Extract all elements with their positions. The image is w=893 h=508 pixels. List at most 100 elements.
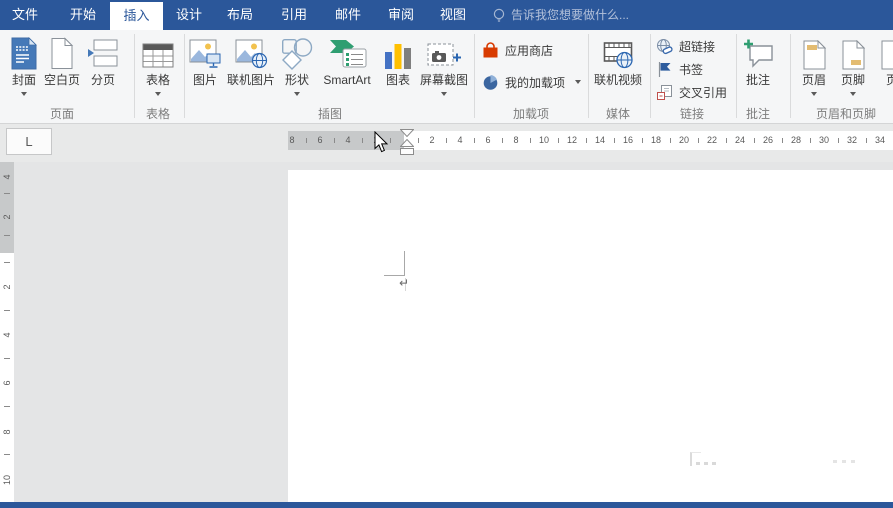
- group-label-addins: 加载项: [491, 105, 571, 122]
- group-separator: [184, 34, 185, 118]
- dropdown-arrow-icon: [21, 92, 27, 96]
- online-video-label: 联机视频: [594, 73, 642, 88]
- tab-mailings[interactable]: 邮件: [329, 0, 367, 30]
- store-icon: [482, 42, 499, 59]
- page-break-label: 分页: [91, 73, 115, 88]
- table-button[interactable]: 表格: [138, 33, 178, 96]
- first-line-indent-marker[interactable]: [400, 129, 414, 137]
- document-canvas: ↵ 4 2 2 4 6 8 10: [0, 162, 893, 508]
- my-addins-label: 我的加载项: [505, 74, 565, 91]
- store-label: 应用商店: [505, 42, 553, 59]
- paragraph-mark: ↵: [399, 276, 409, 290]
- ribbon: 封面 空白页 分页 页面: [0, 30, 893, 124]
- footer-icon: [842, 33, 865, 70]
- online-video-icon: [603, 33, 634, 70]
- margin-crop-mark: [404, 251, 405, 276]
- comment-button[interactable]: 批注: [736, 33, 780, 88]
- ruler-ticks: [418, 138, 880, 143]
- online-pictures-icon: [235, 33, 268, 70]
- blank-page-icon: [50, 33, 74, 70]
- smartart-button[interactable]: SmartArt: [317, 33, 377, 88]
- ruler-number: 4: [1, 170, 13, 184]
- faint-watermark: [696, 462, 720, 465]
- dropdown-arrow-icon: [575, 80, 581, 84]
- header-icon: [803, 33, 826, 70]
- group-separator: [650, 34, 651, 118]
- group-label-header-footer: 页眉和页脚: [791, 105, 893, 122]
- bookmark-button[interactable]: 书签: [656, 60, 703, 78]
- page-number-button[interactable]: 页: [872, 33, 893, 88]
- pictures-label: 图片: [193, 73, 217, 88]
- tab-design[interactable]: 设计: [170, 0, 208, 30]
- status-bar: [0, 502, 893, 508]
- header-button[interactable]: 页眉: [794, 33, 834, 96]
- online-pictures-button[interactable]: 联机图片: [225, 33, 277, 88]
- page-number-icon: [881, 33, 893, 70]
- ruler-area: L 8 6 4 2 2 4 6 8 10 12 14 16 18 20 22 2…: [0, 125, 893, 162]
- page-break-button[interactable]: 分页: [82, 33, 124, 88]
- tab-insert[interactable]: 插入: [110, 2, 163, 30]
- cross-reference-icon: [656, 84, 673, 101]
- comment-icon: [743, 33, 774, 70]
- tab-references[interactable]: 引用: [275, 0, 313, 30]
- tab-view[interactable]: 视图: [434, 0, 472, 30]
- tab-file[interactable]: 文件: [6, 0, 44, 30]
- faint-watermark: [833, 460, 859, 463]
- tab-home[interactable]: 开始: [64, 0, 102, 30]
- table-label: 表格: [146, 73, 170, 88]
- pictures-button[interactable]: 图片: [187, 33, 223, 88]
- my-addins-icon: [482, 74, 499, 91]
- tab-layout[interactable]: 布局: [221, 0, 259, 30]
- group-label-pages: 页面: [22, 105, 102, 122]
- group-label-media: 媒体: [578, 105, 658, 122]
- tell-me-box[interactable]: 告诉我您想要做什么...: [511, 0, 629, 30]
- cover-page-icon: [11, 33, 37, 70]
- hyperlink-label: 超链接: [679, 38, 715, 55]
- tab-review[interactable]: 审阅: [382, 0, 420, 30]
- footer-button[interactable]: 页脚: [834, 33, 872, 96]
- dropdown-arrow-icon: [294, 92, 300, 96]
- page-number-label: 页: [886, 73, 893, 88]
- group-separator: [474, 34, 475, 118]
- tab-stop-selector[interactable]: L: [6, 128, 52, 155]
- chart-button[interactable]: 图表: [379, 33, 417, 88]
- online-video-button[interactable]: 联机视频: [592, 33, 644, 88]
- store-button[interactable]: 应用商店: [482, 41, 553, 59]
- group-label-comments: 批注: [718, 105, 798, 122]
- table-icon: [142, 33, 174, 70]
- dropdown-arrow-icon: [155, 92, 161, 96]
- shapes-button[interactable]: 形状: [279, 33, 315, 96]
- chart-icon: [382, 33, 414, 70]
- cross-reference-label: 交叉引用: [679, 84, 727, 101]
- blank-page-button[interactable]: 空白页: [42, 33, 82, 88]
- hanging-indent-marker[interactable]: [400, 139, 414, 147]
- comment-label: 批注: [746, 73, 770, 88]
- lightbulb-icon: [491, 6, 507, 24]
- blank-page-label: 空白页: [44, 73, 80, 88]
- my-addins-button[interactable]: 我的加载项: [482, 73, 581, 91]
- bookmark-icon: [656, 61, 673, 78]
- cover-page-button[interactable]: 封面: [4, 33, 44, 96]
- online-pictures-label: 联机图片: [227, 73, 275, 88]
- page-break-icon: [87, 33, 119, 70]
- ruler-ticks: [4, 193, 10, 237]
- ruler-number: 8: [287, 131, 297, 150]
- group-label-illustrations: 插图: [290, 105, 370, 122]
- cross-reference-button[interactable]: 交叉引用: [656, 83, 727, 101]
- word-window: 文件 开始 插入 设计 布局 引用 邮件 审阅 视图 告诉我您想要做什么...: [0, 0, 893, 508]
- dropdown-arrow-icon: [811, 92, 817, 96]
- hyperlink-icon: [656, 38, 673, 55]
- dropdown-arrow-icon: [850, 92, 856, 96]
- dropdown-arrow-icon: [441, 92, 447, 96]
- screenshot-button[interactable]: 屏幕截图: [417, 33, 471, 96]
- header-label: 页眉: [802, 73, 826, 88]
- mouse-cursor: [374, 131, 389, 153]
- left-indent-marker[interactable]: [400, 148, 414, 155]
- bookmark-label: 书签: [679, 61, 703, 78]
- screenshot-icon: [427, 33, 462, 70]
- document-page[interactable]: ↵: [288, 170, 893, 508]
- hyperlink-button[interactable]: 超链接: [656, 37, 715, 55]
- shapes-icon: [280, 33, 314, 70]
- chart-label: 图表: [386, 73, 410, 88]
- shapes-label: 形状: [285, 73, 309, 88]
